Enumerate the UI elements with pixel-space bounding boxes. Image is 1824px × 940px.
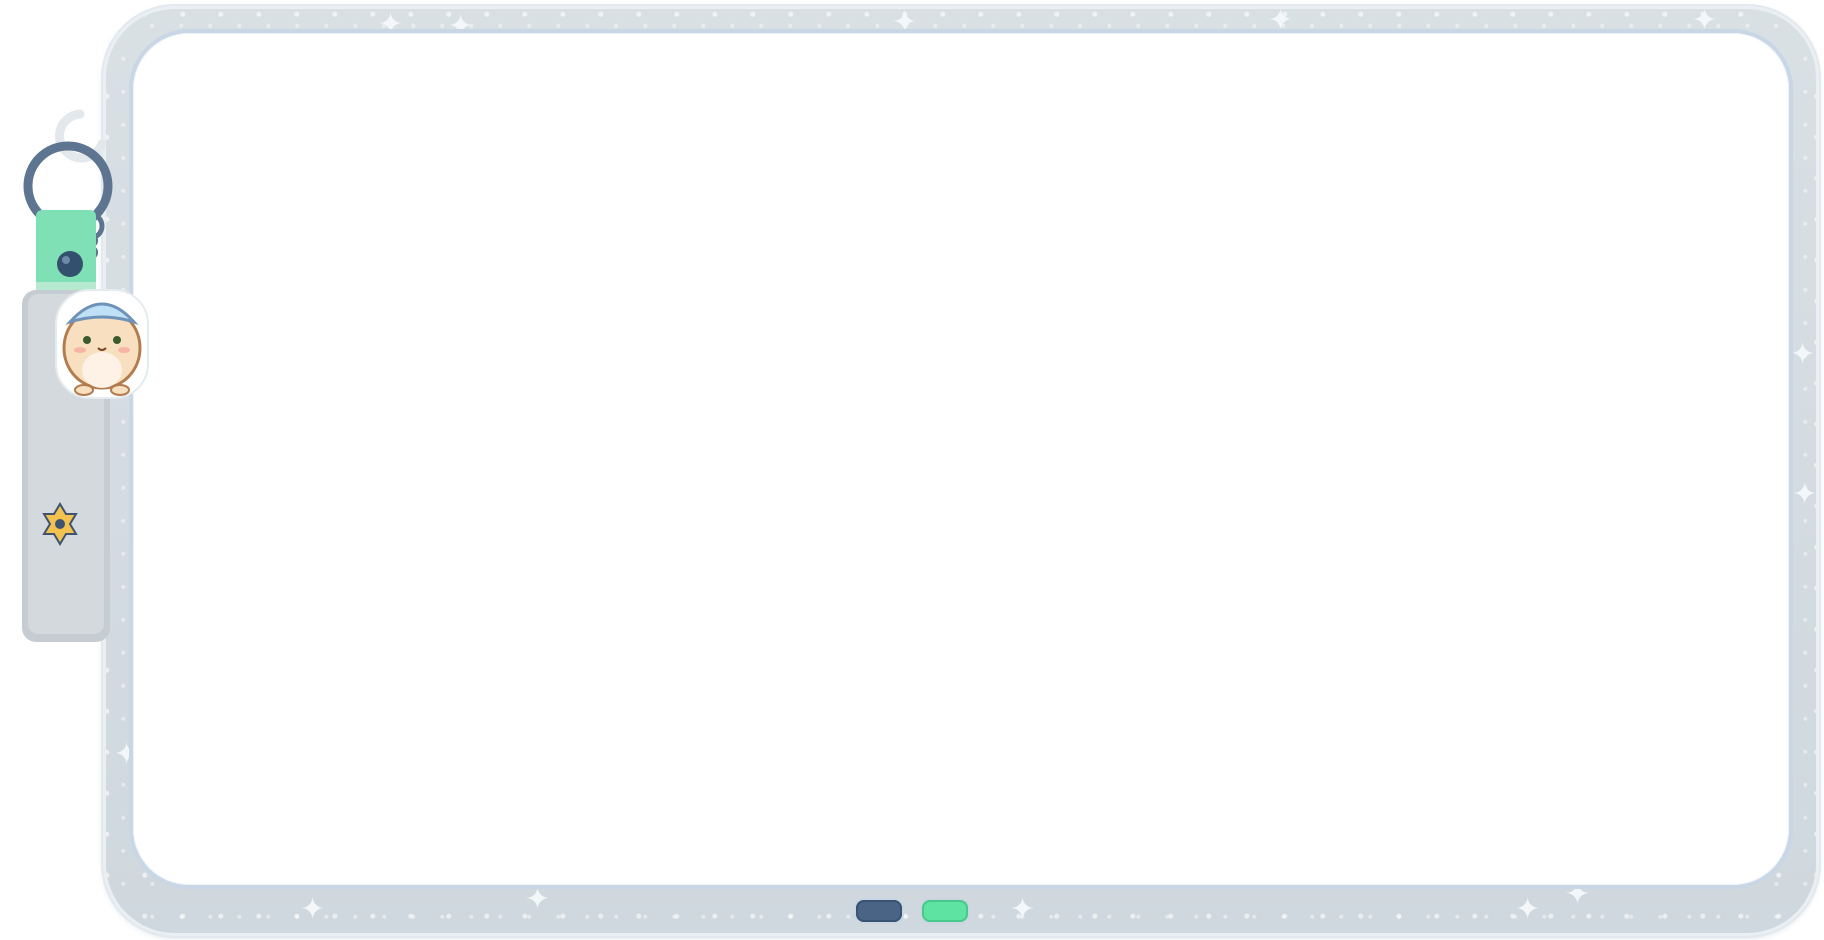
screen — [133, 33, 1789, 885]
indicator-right[interactable] — [922, 900, 968, 922]
sparkle-icon: ✦ — [1010, 892, 1036, 927]
sparkle-icon: ✦ — [1790, 337, 1816, 372]
sparkle-icon: ✦ — [1692, 3, 1718, 38]
crest-icon — [42, 502, 78, 546]
sparkle-icon: ✦ — [1792, 477, 1818, 512]
sparkle-icon: ✦ — [525, 882, 551, 917]
wrist-strap — [20, 210, 110, 645]
strap-label: Noel — [0, 470, 18, 559]
indicator-left[interactable] — [856, 900, 902, 922]
sparkle-icon: ✦ — [300, 892, 326, 927]
hamster-charm-icon — [55, 289, 149, 399]
sparkle-icon: ✦ — [1515, 892, 1541, 927]
sparkle-icon: ✦ — [1268, 3, 1294, 38]
